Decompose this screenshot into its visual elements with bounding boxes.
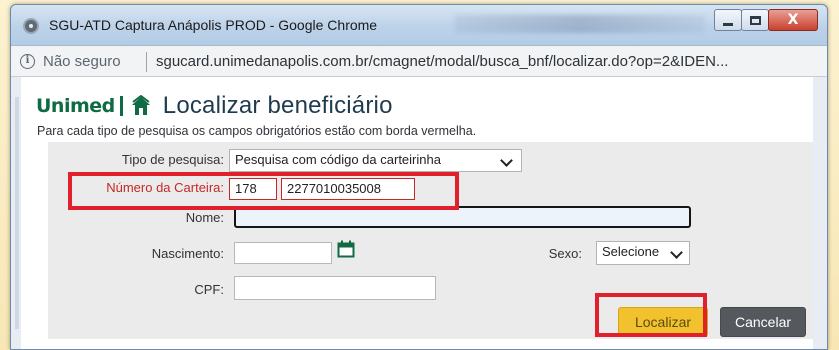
address-separator	[146, 52, 147, 72]
right-edge	[813, 77, 827, 349]
cpf-label: CPF:	[194, 282, 224, 297]
cpf-input[interactable]	[234, 276, 436, 300]
url-text[interactable]: sgucard.unimedanapolis.com.br/cmagnet/mo…	[156, 53, 816, 70]
sexo-value: Selecione	[602, 244, 660, 259]
logo-divider	[119, 96, 123, 116]
maximize-icon	[749, 15, 761, 25]
chevron-down-icon	[670, 246, 683, 259]
localizar-highlight-box	[595, 293, 707, 337]
cancelar-button[interactable]: Cancelar	[720, 307, 806, 337]
title-bar: SGU-ATD Captura Anápolis PROD - Google C…	[11, 5, 827, 45]
minimize-icon	[723, 22, 733, 26]
tipo-pesquisa-label: Tipo de pesquisa:	[121, 152, 224, 167]
calendar-icon[interactable]	[337, 240, 355, 258]
nascimento-label: Nascimento:	[151, 246, 224, 261]
nascimento-input[interactable]	[234, 242, 332, 264]
chevron-down-icon	[500, 154, 513, 167]
instructions-text: Para cada tipo de pesquisa os campos obr…	[37, 124, 477, 138]
carteira-highlight-box	[68, 172, 459, 210]
blurred-tab-area	[455, 15, 705, 33]
nome-label: Nome:	[185, 210, 224, 225]
modal-content: Unimed Localizar beneficiário Para cada …	[11, 77, 827, 349]
page-title: Localizar beneficiário	[162, 92, 393, 119]
unimed-logo-text: Unimed	[36, 95, 115, 117]
close-button[interactable]: X	[768, 9, 818, 31]
sexo-label: Sexo:	[548, 246, 582, 261]
tipo-pesquisa-value: Pesquisa com código da carteirinha	[235, 152, 441, 167]
minimize-button[interactable]	[714, 9, 742, 31]
security-label[interactable]: Não seguro	[43, 53, 121, 70]
maximize-button[interactable]	[741, 9, 769, 31]
sexo-select[interactable]: Selecione	[596, 241, 690, 265]
left-edge	[11, 77, 21, 349]
address-bar[interactable]: i Não seguro sgucard.unimedanapolis.com.…	[11, 45, 827, 77]
window-title: SGU-ATD Captura Anápolis PROD - Google C…	[49, 17, 378, 33]
chrome-icon	[23, 18, 39, 34]
tipo-pesquisa-select[interactable]: Pesquisa com código da carteirinha	[229, 149, 522, 172]
header-brand: Unimed Localizar beneficiário	[36, 92, 393, 119]
unimed-logo-icon	[131, 95, 150, 115]
browser-window: SGU-ATD Captura Anápolis PROD - Google C…	[10, 4, 828, 350]
info-icon[interactable]: i	[20, 54, 35, 69]
